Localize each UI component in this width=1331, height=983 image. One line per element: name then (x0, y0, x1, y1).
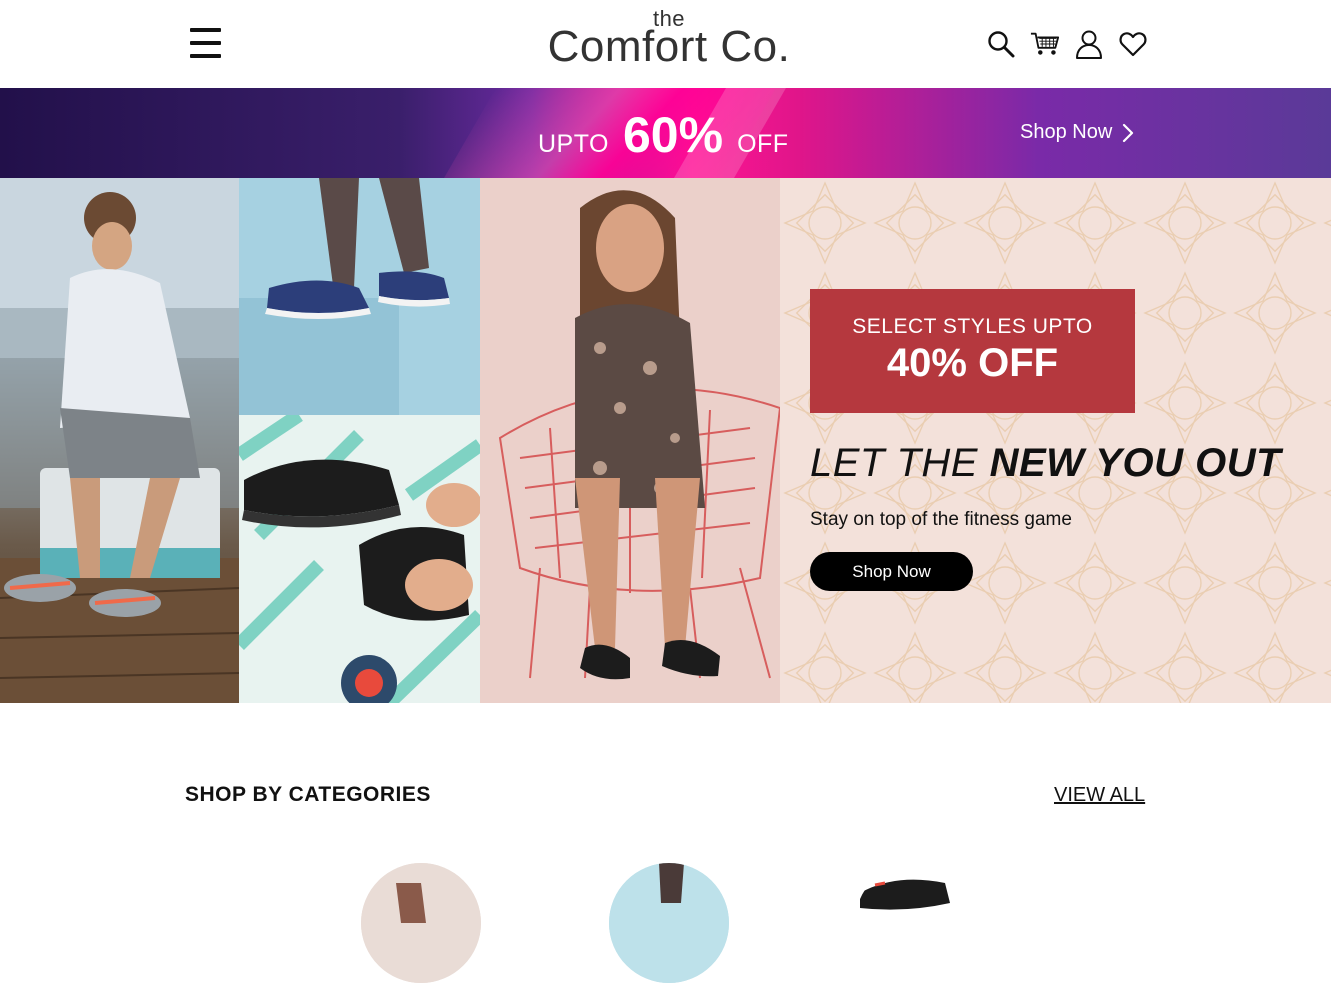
hero-image-woman (480, 178, 780, 703)
offer-line-2: 40% OFF (886, 341, 1059, 385)
promo-shop-label: Shop Now (1020, 121, 1113, 143)
hero-image-blue-sneakers (239, 178, 480, 415)
hero-shop-now-button[interactable]: Shop Now (810, 552, 973, 591)
menu-icon[interactable] (188, 26, 222, 60)
promo-prefix: UPTO (538, 130, 609, 158)
promo-banner[interactable]: UPTO 60% OFF Shop Now (0, 88, 1331, 178)
menu-line (190, 41, 221, 45)
logo[interactable]: the Comfort Co. (540, 8, 798, 76)
promo-suffix: OFF (737, 130, 789, 158)
account-icon[interactable] (1074, 28, 1104, 60)
hero-banner: SELECT STYLES UPTO 40% OFF LET THE NEW Y… (0, 178, 1331, 703)
offer-box: SELECT STYLES UPTO 40% OFF (810, 289, 1135, 413)
tagline-bold: NEW YOU OUT (989, 441, 1282, 485)
category-item[interactable] (609, 863, 729, 983)
promo-percent: 60% (623, 107, 724, 163)
category-item[interactable] (855, 863, 975, 983)
heart-icon[interactable] (1118, 28, 1148, 60)
offer-line-1: SELECT STYLES UPTO (852, 315, 1093, 338)
view-all-link[interactable]: VIEW ALL (1054, 784, 1145, 807)
tagline-light: LET THE (810, 441, 990, 485)
chevron-right-icon (1123, 123, 1134, 142)
promo-shop-now-link[interactable]: Shop Now (1020, 121, 1134, 144)
category-item[interactable] (361, 863, 481, 983)
categories-title: SHOP BY CATEGORIES (185, 783, 431, 806)
menu-line (190, 28, 221, 32)
logo-name: Comfort Co. (547, 22, 791, 71)
hero-subline: Stay on top of the fitness game (810, 509, 1072, 530)
hero-image-black-sneakers (239, 415, 480, 703)
hero-tagline: LET THE NEW YOU OUT (810, 441, 1281, 486)
menu-line (190, 54, 221, 58)
search-icon[interactable] (986, 28, 1016, 60)
promo-offer: UPTO 60% OFF (538, 106, 789, 166)
header-icons (986, 26, 1148, 62)
site-header: the Comfort Co. (0, 0, 1331, 88)
hero-image-man (0, 178, 239, 703)
cart-icon[interactable] (1030, 28, 1060, 60)
